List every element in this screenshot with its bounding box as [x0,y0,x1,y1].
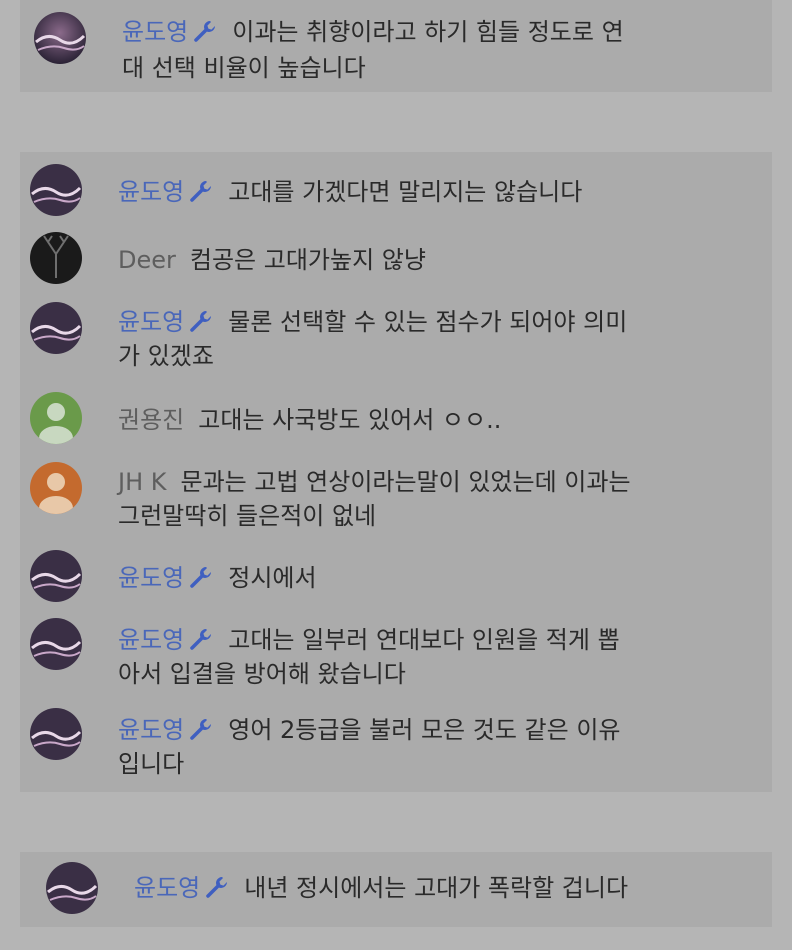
message-line-1: 윤도영 물론 선택할 수 있는 점수가 되어야 의미 [118,308,627,336]
message-text: 물론 선택할 수 있는 점수가 되어야 의미 [228,308,628,336]
avatar[interactable] [30,302,82,354]
author-name[interactable]: 윤도영 [118,178,184,206]
message-text: 컴공은 고대가높지 않냥 [189,246,426,274]
author-name[interactable]: JH K [118,468,167,496]
message-text: 내년 정시에서는 고대가 폭락할 겁니다 [244,874,629,902]
message-line-2: 대 선택 비율이 높습니다 [122,54,366,82]
message-text: 그런말딱히 들은적이 없네 [118,502,377,530]
author-name[interactable]: 윤도영 [118,716,184,744]
wrench-icon [190,567,212,588]
author-name[interactable]: 윤도영 [118,626,184,654]
wrench-icon [190,181,212,202]
message-text: 고대는 사국방도 있어서 ㅇㅇ.. [198,406,502,434]
wrench-icon [190,629,212,650]
message-line-2: 아서 입결을 방어해 왔습니다 [118,660,406,688]
message-group-1: 윤도영 이과는 취향이라고 하기 힘들 정도로 연 대 선택 비율이 높습니다 [20,0,772,92]
author-name[interactable]: 권용진 [118,406,184,434]
message-line-2: 입니다 [118,750,184,778]
message-line-1: 윤도영 내년 정시에서는 고대가 폭락할 겁니다 [134,874,628,902]
message-line-1: 윤도영 영어 2등급을 불러 모은 것도 같은 이유 [118,716,621,744]
avatar[interactable] [30,462,82,514]
message-text: 문과는 고법 연상이라는말이 있었는데 이과는 [180,468,631,496]
message-line-1: 윤도영 고대를 가겠다면 말리지는 않습니다 [118,178,582,206]
avatar[interactable] [30,232,82,284]
message-group-2: 윤도영 고대를 가겠다면 말리지는 않습니다 Deer 컴공은 고대가높지 않냥 윤… [20,152,772,792]
avatar[interactable] [30,164,82,216]
avatar[interactable] [30,618,82,670]
message-text: 영어 2등급을 불러 모은 것도 같은 이유 [228,716,621,744]
message-line-1: 윤도영 정시에서 [118,564,317,592]
avatar[interactable] [30,708,82,760]
message-line-1: 윤도영 고대는 일부러 연대보다 인원을 적게 뽑 [118,626,620,654]
message-text: 고대는 일부러 연대보다 인원을 적게 뽑 [228,626,620,654]
message-line-2: 그런말딱히 들은적이 없네 [118,502,376,530]
message-text: 이과는 취향이라고 하기 힘들 정도로 연 [232,18,624,46]
message-text: 가 있겠죠 [118,342,214,370]
avatar[interactable] [46,862,98,914]
message-text: 대 선택 비율이 높습니다 [122,54,366,82]
message-line-2: 가 있겠죠 [118,342,214,370]
avatar[interactable] [30,392,82,444]
message-line-1: 윤도영 이과는 취향이라고 하기 힘들 정도로 연 [122,18,624,46]
message-text: 정시에서 [228,564,317,592]
message-group-3: 윤도영 내년 정시에서는 고대가 폭락할 겁니다 [20,852,772,927]
wrench-icon [194,21,216,42]
author-name[interactable]: 윤도영 [118,564,184,592]
author-name[interactable]: 윤도영 [134,874,200,902]
avatar[interactable] [30,550,82,602]
wrench-icon [206,877,228,898]
author-name[interactable]: 윤도영 [122,18,188,46]
message-line-1: Deer 컴공은 고대가높지 않냥 [118,246,426,274]
message-line-1: JH K 문과는 고법 연상이라는말이 있었는데 이과는 [118,468,631,496]
author-name[interactable]: 윤도영 [118,308,184,336]
wrench-icon [190,311,212,332]
message-text: 아서 입결을 방어해 왔습니다 [118,660,406,688]
message-text: 고대를 가겠다면 말리지는 않습니다 [228,178,583,206]
wrench-icon [190,719,212,740]
message-text: 입니다 [118,750,185,778]
author-name[interactable]: Deer [118,246,176,274]
avatar[interactable] [34,12,86,64]
message-line-1: 권용진 고대는 사국방도 있어서 ㅇㅇ.. [118,406,501,434]
